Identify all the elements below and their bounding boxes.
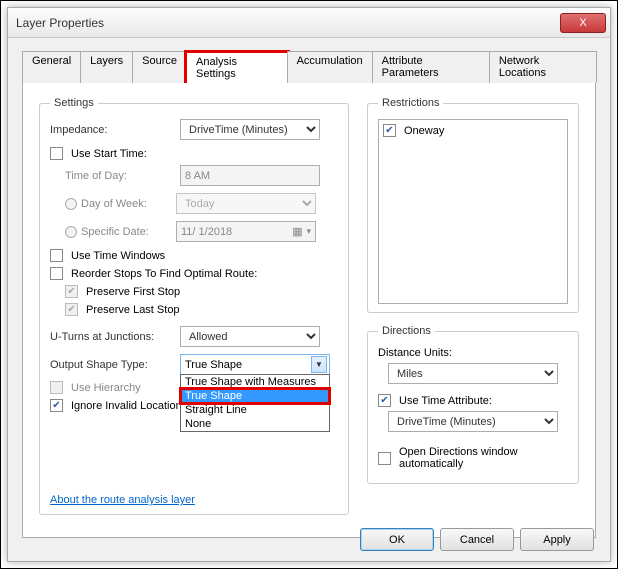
day-of-week-combo[interactable]: Today	[176, 193, 316, 214]
tab-layers[interactable]: Layers	[80, 51, 133, 83]
oneway-checkbox[interactable]	[383, 124, 396, 137]
preserve-first-checkbox[interactable]	[65, 285, 78, 298]
tab-source[interactable]: Source	[132, 51, 187, 83]
dialog-body: General Layers Source Analysis Settings …	[8, 38, 610, 561]
open-directions-checkbox[interactable]	[378, 452, 391, 465]
restrictions-group: Restrictions Oneway	[367, 97, 579, 313]
restrictions-list[interactable]: Oneway	[378, 119, 568, 304]
dropdown-option[interactable]: None	[181, 417, 329, 431]
use-time-windows-checkbox[interactable]	[50, 249, 63, 262]
use-time-attr-label: Use Time Attribute:	[399, 395, 492, 407]
settings-legend: Settings	[50, 97, 98, 109]
oneway-label: Oneway	[404, 125, 444, 137]
directions-group: Directions Distance Units: Miles Use Tim…	[367, 325, 579, 484]
time-of-day-label: Time of Day:	[65, 170, 180, 182]
specific-date-label: Specific Date:	[81, 226, 176, 238]
dropdown-option-selected[interactable]: True Shape	[181, 389, 329, 403]
calendar-icon: ▦	[290, 225, 304, 238]
tab-accumulation[interactable]: Accumulation	[287, 51, 373, 83]
titlebar: Layer Properties X	[8, 8, 610, 38]
tab-attribute-parameters[interactable]: Attribute Parameters	[372, 51, 490, 83]
tab-strip: General Layers Source Analysis Settings …	[22, 51, 596, 84]
impedance-label: Impedance:	[50, 124, 180, 136]
ok-button[interactable]: OK	[360, 528, 434, 551]
uturns-label: U-Turns at Junctions:	[50, 331, 180, 343]
time-of-day-input[interactable]	[180, 165, 320, 186]
directions-legend: Directions	[378, 325, 435, 337]
cancel-button[interactable]: Cancel	[440, 528, 514, 551]
close-button[interactable]: X	[560, 13, 606, 33]
use-start-time-label: Use Start Time:	[71, 148, 147, 160]
dropdown-option[interactable]: Straight Line	[181, 403, 329, 417]
about-link[interactable]: About the route analysis layer	[50, 494, 195, 506]
settings-group: Settings Impedance: DriveTime (Minutes) …	[39, 97, 349, 515]
open-directions-label: Open Directions window automatically	[399, 446, 568, 470]
impedance-combo[interactable]: DriveTime (Minutes)	[180, 119, 320, 140]
tab-panel: Settings Impedance: DriveTime (Minutes) …	[22, 83, 596, 538]
use-hierarchy-checkbox[interactable]	[50, 381, 63, 394]
preserve-last-label: Preserve Last Stop	[86, 304, 180, 316]
use-time-attr-checkbox[interactable]	[378, 394, 391, 407]
day-of-week-radio[interactable]	[65, 198, 77, 210]
reorder-stops-label: Reorder Stops To Find Optimal Route:	[71, 268, 257, 280]
tab-analysis-settings[interactable]: Analysis Settings	[186, 52, 288, 84]
time-attr-combo[interactable]: DriveTime (Minutes)	[388, 411, 558, 432]
specific-date-input[interactable]: 11/ 1/2018 ▦ ▾	[176, 221, 316, 242]
chevron-down-icon: ▾	[306, 226, 311, 237]
preserve-first-label: Preserve First Stop	[86, 286, 180, 298]
day-of-week-label: Day of Week:	[81, 198, 176, 210]
tab-network-locations[interactable]: Network Locations	[489, 51, 597, 83]
apply-button[interactable]: Apply	[520, 528, 594, 551]
output-shape-combo[interactable]: True Shape ▼	[180, 354, 330, 375]
tab-general[interactable]: General	[22, 51, 81, 83]
restrictions-legend: Restrictions	[378, 97, 443, 109]
dropdown-option[interactable]: True Shape with Measures	[181, 375, 329, 389]
window-title: Layer Properties	[16, 16, 560, 30]
ignore-invalid-label: Ignore Invalid Locations	[71, 400, 187, 412]
specific-date-radio[interactable]	[65, 226, 77, 238]
ignore-invalid-checkbox[interactable]	[50, 399, 63, 412]
use-time-windows-label: Use Time Windows	[71, 250, 165, 262]
dialog-buttons: OK Cancel Apply	[360, 528, 594, 551]
dialog-window: Layer Properties X General Layers Source…	[7, 7, 611, 562]
distance-units-combo[interactable]: Miles	[388, 363, 558, 384]
distance-units-label: Distance Units:	[378, 347, 568, 359]
output-shape-dropdown: True Shape with Measures True Shape Stra…	[180, 374, 330, 432]
chevron-down-icon: ▼	[311, 356, 327, 373]
use-hierarchy-label: Use Hierarchy	[71, 382, 141, 394]
use-start-time-checkbox[interactable]	[50, 147, 63, 160]
preserve-last-checkbox[interactable]	[65, 303, 78, 316]
output-shape-label: Output Shape Type:	[50, 359, 180, 371]
reorder-stops-checkbox[interactable]	[50, 267, 63, 280]
uturns-combo[interactable]: Allowed	[180, 326, 320, 347]
